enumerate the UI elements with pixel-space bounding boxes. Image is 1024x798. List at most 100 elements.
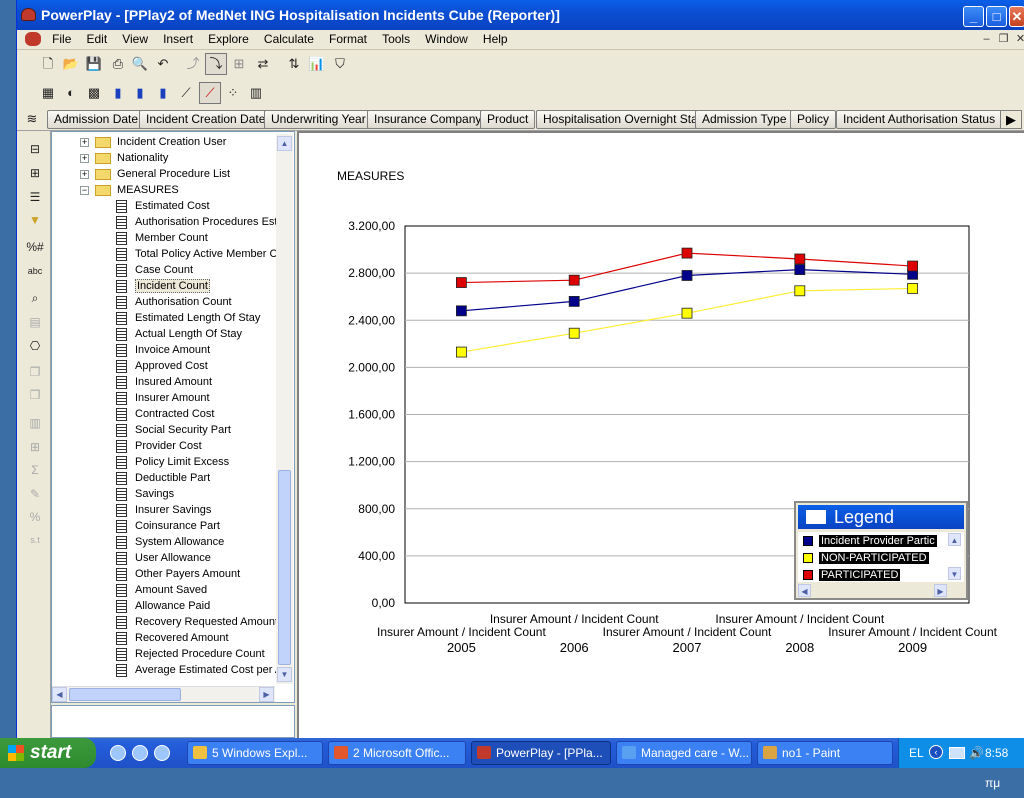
- tree-folder[interactable]: + General Procedure List: [80, 166, 230, 182]
- chevron-left-icon[interactable]: ‹: [929, 745, 943, 759]
- dimension-underwriting-year[interactable]: Underwriting Year: [264, 110, 373, 129]
- document-icon[interactable]: [25, 32, 41, 46]
- menu-help[interactable]: Help: [477, 30, 514, 48]
- swap-rows-columns-icon[interactable]: ⇄: [252, 53, 274, 75]
- tree-measure-item[interactable]: Actual Length Of Stay: [116, 326, 242, 342]
- language-indicator[interactable]: EL: [909, 738, 924, 768]
- drill-down-icon[interactable]: ⤵: [205, 53, 227, 75]
- task-microsoft-office[interactable]: 2 Microsoft Offic...: [328, 741, 466, 765]
- tree-measure-item[interactable]: Deductible Part: [116, 470, 210, 486]
- abc-format-icon[interactable]: abc: [24, 261, 46, 281]
- expander-icon[interactable]: +: [80, 169, 89, 179]
- legend-title-bar[interactable]: Legend: [798, 505, 964, 529]
- multiline-chart-icon[interactable]: ⟋: [199, 82, 221, 104]
- tree-measure-item[interactable]: Average Estimated Cost per A: [116, 662, 282, 678]
- internet-explorer-icon[interactable]: [110, 745, 126, 761]
- tree-horizontal-scrollbar[interactable]: ◀ ▶: [52, 686, 275, 702]
- statistics-icon[interactable]: s.t: [24, 530, 46, 550]
- funnel-filter-icon[interactable]: ▼: [24, 210, 46, 230]
- subset-icon[interactable]: ⊞: [24, 437, 46, 457]
- print-icon[interactable]: ⎙: [107, 53, 129, 75]
- tree-folder[interactable]: + Incident Creation User: [80, 134, 226, 150]
- menu-edit[interactable]: Edit: [80, 30, 113, 48]
- line-chart-icon[interactable]: ⟋: [175, 82, 197, 104]
- menu-view[interactable]: View: [116, 30, 154, 48]
- tree-measure-item[interactable]: Incident Count: [116, 278, 210, 294]
- mdi-minimize-button[interactable]: –: [979, 33, 994, 46]
- menu-insert[interactable]: Insert: [157, 30, 199, 48]
- tree-measure-item[interactable]: Provider Cost: [116, 438, 202, 454]
- tree-measure-item[interactable]: Total Policy Active Member Co: [116, 246, 284, 262]
- scroll-right-icon[interactable]: ▶: [1000, 110, 1022, 129]
- dimension-product[interactable]: Product: [480, 110, 536, 129]
- tree-measure-item[interactable]: Allowance Paid: [116, 598, 210, 614]
- undo-icon[interactable]: ↶: [152, 53, 174, 75]
- tree-measure-item[interactable]: Authorisation Procedures Estir: [116, 214, 284, 230]
- menu-window[interactable]: Window: [419, 30, 474, 48]
- columns-icon[interactable]: ▥: [24, 413, 46, 433]
- tree-measure-item[interactable]: Insurer Savings: [116, 502, 211, 518]
- percent-format-icon[interactable]: %#: [24, 237, 46, 257]
- tree-measure-item[interactable]: Contracted Cost: [116, 406, 214, 422]
- tree-measure-item[interactable]: Social Security Part: [116, 422, 231, 438]
- legend-item[interactable]: PARTICIPATED: [803, 568, 901, 582]
- open-folder-icon[interactable]: 📂: [60, 53, 82, 75]
- title-bar[interactable]: PowerPlay - [PPlay2 of MedNet ING Hospit…: [17, 0, 1024, 30]
- tree-measure-item[interactable]: Estimated Cost: [116, 198, 210, 214]
- maximize-button[interactable]: □: [986, 6, 1007, 27]
- layer-icon[interactable]: ⊟: [24, 139, 46, 159]
- tree-measure-item[interactable]: Amount Saved: [116, 582, 207, 598]
- explain-icon[interactable]: ⎔: [24, 336, 46, 356]
- task-windows-explorer[interactable]: 5 Windows Expl...: [187, 741, 323, 765]
- start-button[interactable]: start: [0, 738, 96, 768]
- mdi-restore-button[interactable]: ❐: [996, 33, 1011, 46]
- hide-icon[interactable]: ⊞: [228, 53, 250, 75]
- legend-scroll-left-icon[interactable]: ◀: [798, 584, 811, 597]
- dimension-insurance-company[interactable]: Insurance Company: [367, 110, 489, 129]
- clustered-bar-chart-icon[interactable]: ▮: [129, 82, 151, 104]
- mdi-close-button[interactable]: ✕: [1013, 33, 1024, 46]
- nest-icon[interactable]: ⊞: [24, 163, 46, 183]
- scroll-left-icon[interactable]: ◀: [52, 687, 67, 702]
- task-managed-care[interactable]: Managed care - W...: [616, 741, 752, 765]
- scatter-chart-icon[interactable]: ⁘: [222, 82, 244, 104]
- filter-icon[interactable]: ⛉: [329, 53, 351, 75]
- tree-vertical-scrollbar[interactable]: ▲ ▼: [276, 134, 293, 684]
- scroll-up-icon[interactable]: ▲: [277, 136, 292, 151]
- tree-measure-item[interactable]: Authorisation Count: [116, 294, 232, 310]
- tree-measure-item[interactable]: Member Count: [116, 230, 208, 246]
- menu-explore[interactable]: Explore: [202, 30, 255, 48]
- expander-icon[interactable]: +: [80, 153, 89, 163]
- tree-scroll-thumb[interactable]: [278, 470, 291, 665]
- dimension-incident-authorisation-status[interactable]: Incident Authorisation Status: [836, 110, 1003, 129]
- tree-measure-item[interactable]: Rejected Procedure Count: [116, 646, 265, 662]
- tree-measure-item[interactable]: Insured Amount: [116, 374, 212, 390]
- sort-list-icon[interactable]: ☰: [24, 187, 46, 207]
- tree-folder[interactable]: − MEASURES: [80, 182, 179, 198]
- dimension-hospitalisation-overnight-stay[interactable]: Hospitalisation Overnight Stay: [536, 110, 711, 129]
- 3d-bar-chart-icon[interactable]: ▩: [83, 82, 105, 104]
- legend-scroll-down-icon[interactable]: ▼: [948, 567, 961, 580]
- dimension-admission-type[interactable]: Admission Type: [695, 110, 794, 129]
- new-file-icon[interactable]: 🗋: [37, 53, 59, 75]
- paste-icon[interactable]: ❐: [24, 385, 46, 405]
- volume-icon[interactable]: 🔊: [969, 746, 984, 760]
- menu-calculate[interactable]: Calculate: [258, 30, 320, 48]
- copy-icon[interactable]: ❐: [24, 362, 46, 382]
- legend-scroll-up-icon[interactable]: ▲: [948, 533, 961, 546]
- binoculars-icon[interactable]: ⌕: [24, 288, 46, 308]
- tree-measure-item[interactable]: Recovery Requested Amount: [116, 614, 278, 630]
- tree-hscroll-thumb[interactable]: [69, 688, 181, 701]
- legend-scroll-right-icon[interactable]: ▶: [934, 584, 947, 597]
- dimension-policy[interactable]: Policy: [790, 110, 837, 129]
- tree-measure-item[interactable]: Coinsurance Part: [116, 518, 220, 534]
- menu-file[interactable]: File: [46, 30, 77, 48]
- percent-icon[interactable]: %: [24, 507, 46, 527]
- page-icon[interactable]: ▤: [24, 312, 46, 332]
- tree-measure-item[interactable]: System Allowance: [116, 534, 224, 550]
- pie-chart-icon[interactable]: ◐: [60, 82, 82, 104]
- sort-icon[interactable]: ⇅: [283, 53, 305, 75]
- minimize-button[interactable]: _: [963, 6, 984, 27]
- legend-window[interactable]: Legend Incident Provider Partic NON-PART…: [794, 501, 968, 600]
- tree-folder[interactable]: + Nationality: [80, 150, 168, 166]
